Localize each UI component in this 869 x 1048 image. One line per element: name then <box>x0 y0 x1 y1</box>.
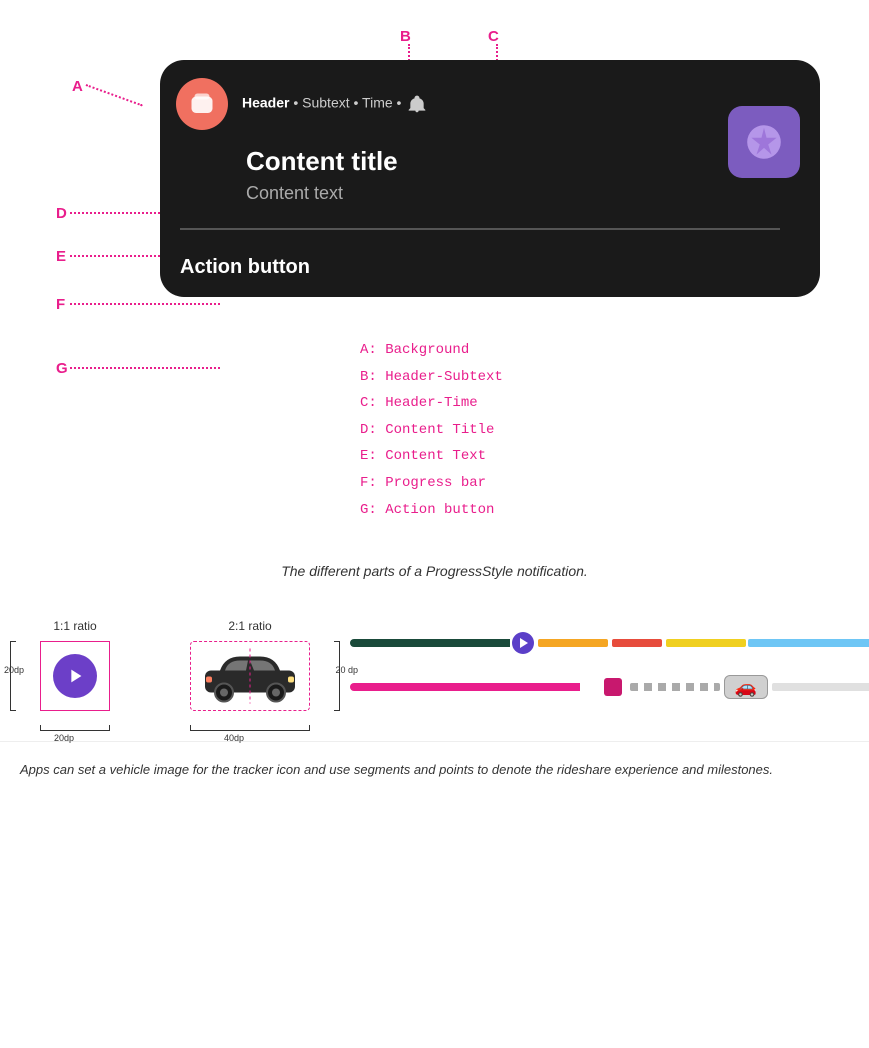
toast-icon <box>187 89 217 119</box>
label-d: D <box>56 205 67 222</box>
label-c: C <box>488 28 499 45</box>
legend-g: G: Action button <box>360 497 869 524</box>
dim-arrow-right <box>334 641 340 711</box>
ratio-1-1-item: 1:1 ratio 20dp 20dp <box>40 619 110 711</box>
content-title: Content title <box>246 146 800 177</box>
icon-1-1-box <box>40 641 110 711</box>
play-icon <box>64 665 86 687</box>
ratio-1-1-label: 1:1 ratio <box>53 619 96 633</box>
seg-blue <box>748 639 869 647</box>
dp-20-label-bottom: 20dp <box>54 733 74 743</box>
notification-icon <box>176 78 228 130</box>
progress-bar <box>180 228 780 230</box>
car-svg <box>200 649 300 704</box>
header-bold: Header <box>242 95 289 111</box>
legend-section: A: Background B: Header-Subtext C: Heade… <box>0 317 869 533</box>
legend-e: E: Content Text <box>360 443 869 470</box>
progress-row-1 <box>350 633 869 653</box>
bottom-caption-text: Apps can set a vehicle image for the tra… <box>20 762 773 777</box>
ratio-2-1-label: 2:1 ratio <box>228 619 271 633</box>
dp-20-label-left: 20dp <box>4 665 24 675</box>
card-top: Header • Subtext • Time • <box>160 60 820 140</box>
seg-red <box>612 639 662 647</box>
bottom-section: 1:1 ratio 20dp 20dp <box>0 589 869 731</box>
label-f: F <box>56 296 65 313</box>
progress-bar-wrapper <box>160 218 820 238</box>
header-sub: • Subtext • Time • <box>289 95 405 111</box>
seg-light <box>772 683 869 691</box>
diagram-section: B C A D E F G Header • Subtext • Time • <box>0 0 869 317</box>
legend-d: D: Content Title <box>360 417 869 444</box>
content-text: Content text <box>246 183 800 204</box>
thumbnail-image <box>728 106 800 178</box>
dp-40-label: 40dp <box>224 733 244 743</box>
header-text: Header • Subtext • Time • <box>242 94 427 114</box>
caption-text: The different parts of a ProgressStyle n… <box>281 563 588 579</box>
icon-inner-circle <box>53 654 97 698</box>
legend-f: F: Progress bar <box>360 470 869 497</box>
legend-c: C: Header-Time <box>360 390 869 417</box>
seg-pink <box>350 683 580 691</box>
ratio-1-1-diagram: 20dp 20dp <box>40 641 110 711</box>
seg-dashed <box>630 683 720 691</box>
label-a: A <box>72 78 83 95</box>
dotted-line-a <box>86 84 143 106</box>
seg-dark-teal <box>350 639 510 647</box>
progress-examples: 🚗 <box>310 633 869 697</box>
action-button-label: Action button <box>180 256 800 279</box>
seg-yellow <box>666 639 746 647</box>
legend-a: A: Background <box>360 337 869 364</box>
ratio-2-1-diagram: 20 dp 40dp <box>190 641 310 711</box>
label-e: E <box>56 248 66 265</box>
card-body: Content title Content text <box>160 140 820 204</box>
dim-arrow-bottom <box>40 725 110 731</box>
legend-b: B: Header-Subtext <box>360 364 869 391</box>
box-milestone-icon <box>604 678 622 696</box>
seg-orange <box>538 639 608 647</box>
dp-20-label-right: 20 dp <box>335 665 358 675</box>
progress-play-icon <box>512 632 534 654</box>
label-g: G <box>56 360 68 377</box>
notification-card: Header • Subtext • Time • Content title … <box>160 60 820 297</box>
dim-arrow-left <box>10 641 16 711</box>
dotted-line-g <box>70 367 220 369</box>
car-tracker-icon: 🚗 <box>724 675 768 699</box>
ratio-2-1-item: 2:1 ratio 20 dp 40dp <box>190 619 310 711</box>
action-area: Action button <box>160 238 820 297</box>
ratio-group: 1:1 ratio 20dp 20dp <box>40 619 310 711</box>
bottom-caption: Apps can set a vehicle image for the tra… <box>0 741 869 787</box>
bell-icon <box>407 94 427 114</box>
dotted-line-f <box>70 303 220 305</box>
thumb-shape <box>743 121 785 163</box>
progress-row-2: 🚗 <box>350 677 869 697</box>
dim-arrow-bottom-2 <box>190 725 310 731</box>
main-caption: The different parts of a ProgressStyle n… <box>0 533 869 589</box>
label-b: B <box>400 28 411 45</box>
